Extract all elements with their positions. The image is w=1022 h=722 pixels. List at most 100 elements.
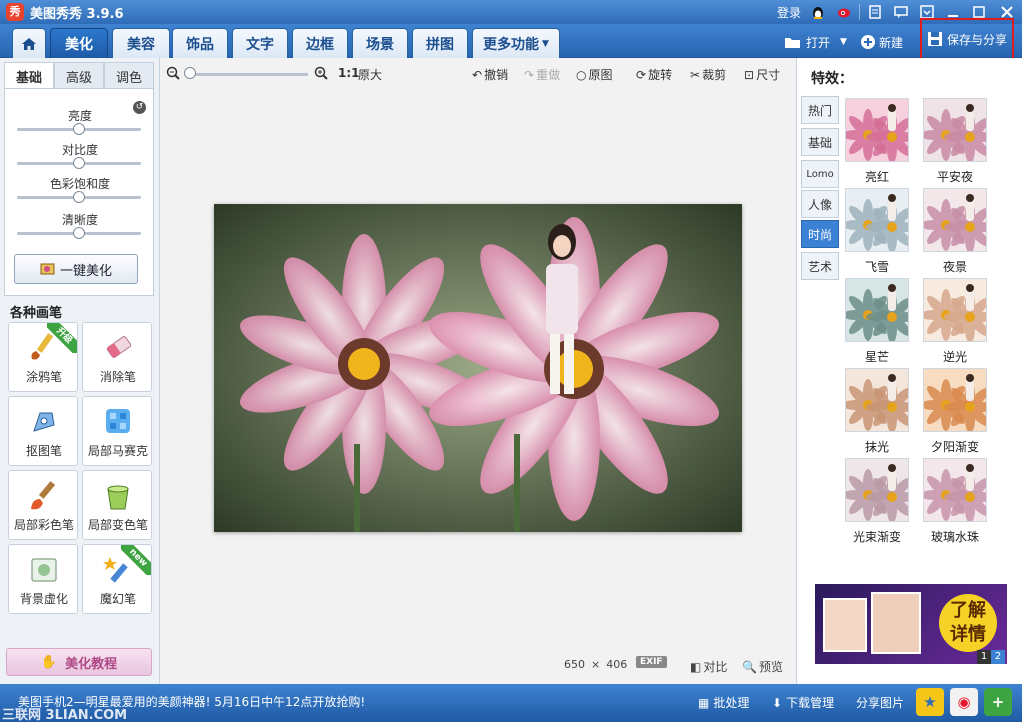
brush-magic[interactable]: new 魔幻笔 (82, 544, 152, 614)
effect-thumb-beam-gradient[interactable] (845, 458, 909, 522)
tab-beautify[interactable]: 美化 (50, 28, 108, 58)
feedback-icon[interactable] (862, 0, 888, 24)
effect-thumb-backlight[interactable] (923, 278, 987, 342)
tab-accessories[interactable]: 饰品 (172, 28, 228, 58)
redo-button[interactable]: ↷ 重做 (524, 66, 560, 83)
brush-local-recolor[interactable]: 局部变色笔 (82, 470, 152, 540)
resize-label: 尺寸 (756, 68, 781, 82)
tutorial-label: 美化教程 (65, 656, 118, 672)
ad-page-1[interactable]: 1 (977, 650, 991, 664)
compare-label: 对比 (703, 660, 728, 674)
resize-button[interactable]: ⊡ 尺寸 (744, 66, 780, 83)
tab-collage[interactable]: 拼图 (412, 28, 468, 58)
saturation-slider[interactable] (17, 191, 141, 203)
effect-thumb-night-scene[interactable] (923, 188, 987, 252)
preview-button[interactable]: 🔍 预览 (742, 658, 783, 675)
sharpness-knob[interactable] (73, 227, 85, 239)
canvas-toolbar: 1:1 原大 ↶ 撤销 ↷ 重做 ○ 原图 ⟳ 旋转 ✂ 裁剪 ⊡ 尺寸 (160, 58, 796, 90)
tab-text[interactable]: 文字 (232, 28, 288, 58)
qq-icon[interactable] (805, 0, 831, 24)
brush-local-color[interactable]: 局部彩色笔 (8, 470, 78, 540)
effect-label-starburst: 星芒 (864, 350, 889, 364)
one-click-beautify-button[interactable]: 一键美化 (14, 254, 138, 284)
download-manager-button[interactable]: ⬇ 下载管理 (772, 694, 834, 711)
more-share-icon[interactable]: + (984, 688, 1012, 716)
contrast-slider[interactable] (17, 157, 141, 169)
message-icon[interactable] (888, 0, 914, 24)
fx-category-art[interactable]: 艺术 (801, 252, 839, 280)
effect-thumb-starburst[interactable] (845, 278, 909, 342)
open-dropdown-icon[interactable]: ▼ (840, 37, 847, 47)
photo-canvas[interactable] (214, 204, 742, 532)
mosaic-icon (106, 409, 130, 433)
tab-scene[interactable]: 场景 (352, 28, 408, 58)
save-share-label: 保存与分享 (946, 32, 1007, 47)
original-image-button[interactable]: ○ 原图 (576, 66, 613, 83)
exif-button[interactable]: EXIF (636, 656, 667, 668)
brightness-label: 亮度 (67, 109, 92, 123)
brightness-slider[interactable] (17, 123, 141, 135)
beautify-tutorial-button[interactable]: ✋ 美化教程 (6, 648, 152, 676)
sharpness-slider[interactable] (17, 227, 141, 239)
effect-thumb-silent-night[interactable] (923, 98, 987, 162)
tab-more-features[interactable]: 更多功能 ▼ (472, 28, 560, 58)
effect-thumb-light-smear[interactable] (845, 368, 909, 432)
zoom-in-icon[interactable] (314, 66, 328, 80)
learn-more-badge[interactable]: 了解 详情 (939, 594, 997, 652)
rotate-button[interactable]: ⟳ 旋转 (636, 66, 672, 83)
effect-thumb-sunset-gradient[interactable] (923, 368, 987, 432)
resize-icon: ⊡ (744, 67, 755, 82)
tab-frame[interactable]: 边框 (292, 28, 348, 58)
download-label: 下载管理 (786, 696, 835, 710)
effect-thumb-glass-droplets[interactable] (923, 458, 987, 522)
zoom-slider[interactable] (190, 73, 308, 76)
effect-label-sunset-gradient: 夕阳渐变 (930, 440, 979, 454)
batch-process-button[interactable]: ▦ 批处理 (698, 694, 749, 711)
advertisement-banner[interactable]: 了解 详情 1 2 (815, 584, 1007, 664)
brush-background-blur[interactable]: 背景虚化 (8, 544, 78, 614)
brush-local-color-label: 局部彩色笔 (13, 518, 74, 532)
brush-doodle[interactable]: 升级 涂鸦笔 (8, 322, 78, 392)
saturation-knob[interactable] (73, 191, 85, 203)
batch-label: 批处理 (713, 696, 750, 710)
effect-thumb-bright-red[interactable] (845, 98, 909, 162)
zoom-out-icon[interactable] (166, 66, 180, 80)
home-tab[interactable] (12, 28, 46, 58)
save-icon (927, 32, 942, 46)
fx-category-basic[interactable]: 基础 (801, 128, 839, 156)
new-button[interactable]: 新建 (860, 30, 903, 54)
brush-mosaic[interactable]: 局部马赛克 (82, 396, 152, 466)
image-width: 650 (564, 658, 585, 671)
login-link[interactable]: 登录 (773, 0, 805, 24)
brush-eraser[interactable]: 消除笔 (82, 322, 152, 392)
zoom-ratio[interactable]: 1:1 (338, 66, 360, 80)
zoom-knob[interactable] (184, 67, 196, 79)
effect-thumb-snow[interactable] (845, 188, 909, 252)
adjust-subtabs: 基础 高级 调色 (4, 62, 154, 90)
tab-skin[interactable]: 美容 (112, 28, 170, 58)
effect-label-silent-night: 平安夜 (936, 170, 973, 184)
eraser-icon (106, 336, 132, 358)
weibo-icon[interactable] (831, 0, 857, 24)
fx-category-hot[interactable]: 热门 (801, 96, 839, 124)
crop-button[interactable]: ✂ 裁剪 (690, 66, 726, 83)
save-share-button[interactable]: 保存与分享 (920, 18, 1014, 60)
subtab-color[interactable]: 调色 (104, 62, 154, 90)
compare-button[interactable]: ◧ 对比 (690, 658, 727, 675)
subtab-basic[interactable]: 基础 (4, 62, 54, 90)
contrast-knob[interactable] (73, 157, 85, 169)
dimension-separator: × (591, 658, 601, 671)
brush-cutout[interactable]: 抠图笔 (8, 396, 78, 466)
qzone-icon[interactable]: ★ (916, 688, 944, 716)
open-button[interactable]: 打开 ▼ (784, 30, 847, 54)
fx-category-portrait[interactable]: 人像 (801, 190, 839, 218)
effect-label-night-scene: 夜景 (942, 260, 967, 274)
fx-category-fashion[interactable]: 时尚 (801, 220, 839, 248)
brightness-knob[interactable] (73, 123, 85, 135)
original-size-button[interactable]: 原大 (358, 66, 382, 83)
undo-button[interactable]: ↶ 撤销 (472, 66, 508, 83)
fx-category-lomo[interactable]: Lomo (801, 160, 839, 188)
ad-page-2[interactable]: 2 (991, 650, 1005, 664)
weibo-share-icon[interactable]: ◉ (950, 688, 978, 716)
subtab-advanced[interactable]: 高级 (54, 62, 104, 90)
